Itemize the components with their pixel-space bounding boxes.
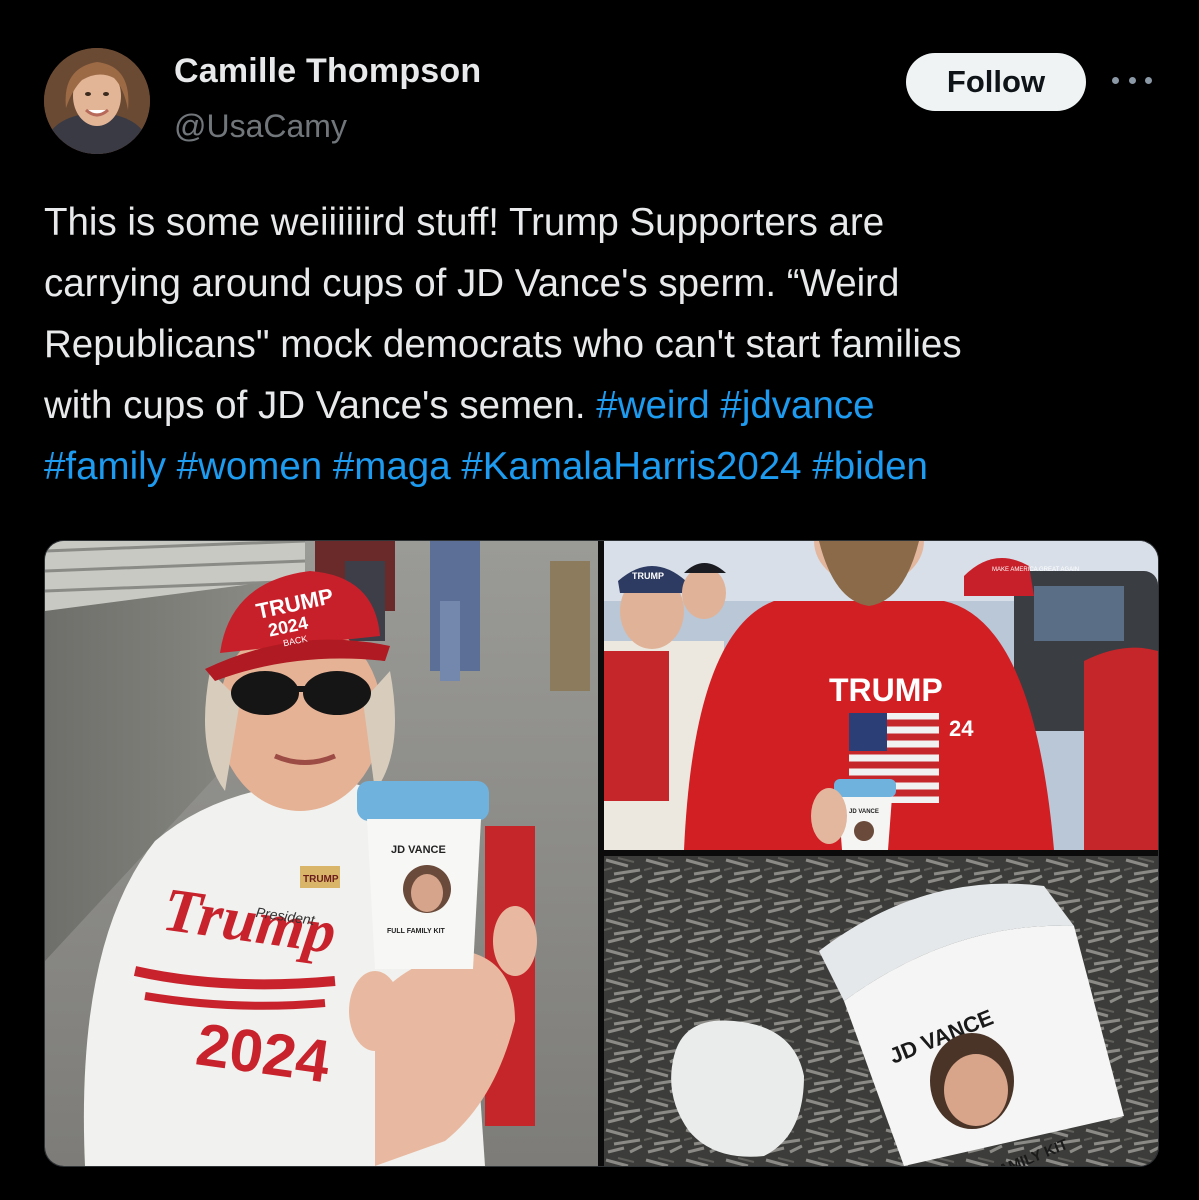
user-avatar-photo-icon	[44, 48, 150, 154]
pin-text: TRUMP	[303, 874, 339, 885]
tweet-text-segment	[322, 445, 333, 488]
shirt-number: 24	[949, 716, 974, 741]
more-horizontal-icon[interactable]	[1112, 70, 1152, 90]
tweet-text-segment	[451, 445, 462, 488]
photo-woman-holding-cup[interactable]: Trump President 2024 TRUMP TRUMP 2024 BA…	[45, 541, 598, 1166]
tweet-text-line: carrying around cups of JD Vance's sperm…	[44, 253, 1164, 314]
tweet-text-segment	[802, 445, 813, 488]
hashtag-link[interactable]: #KamalaHarris2024	[461, 445, 801, 488]
tweet-text-segment: with cups of JD Vance's semen.	[44, 384, 597, 427]
cup-label: JD VANCE	[391, 844, 446, 856]
tweet-text-segment: carrying around cups of JD Vance's sperm…	[44, 262, 900, 305]
photo-cup-on-mulch[interactable]: JD VANCE FAMILY KIT	[604, 856, 1158, 1166]
hat-text-right: MAKE AMERICA GREAT AGAIN	[992, 567, 1079, 573]
more-dot	[1112, 76, 1119, 84]
hashtag-link[interactable]: #maga	[333, 445, 451, 488]
more-dot	[1145, 76, 1152, 84]
tweet-text: This is some weiiiiiird stuff! Trump Sup…	[44, 192, 1164, 497]
author-handle[interactable]: @UsaCamy	[174, 108, 347, 145]
tweet-text-line: with cups of JD Vance's semen. #weird #j…	[44, 375, 1164, 436]
author-display-name[interactable]: Camille Thompson	[174, 52, 481, 91]
tweet-card: Camille Thompson @UsaCamy Follow This is…	[0, 0, 1199, 1200]
hat-text-left: TRUMP	[632, 571, 664, 581]
hashtag-link[interactable]: #weird	[596, 384, 709, 427]
cup-subtext: FULL FAMILY KIT	[387, 928, 446, 935]
more-dot	[1128, 76, 1136, 84]
cup-label: JD VANCE	[849, 809, 879, 815]
media-grid[interactable]: Trump President 2024 TRUMP TRUMP 2024 BA…	[44, 540, 1159, 1167]
tweet-text-line: Republicans" mock democrats who can't st…	[44, 314, 1164, 375]
tweet-text-line: This is some weiiiiiird stuff! Trump Sup…	[44, 192, 1164, 253]
hashtag-link[interactable]: #biden	[812, 445, 928, 488]
tweet-text-line: #family #women #maga #KamalaHarris2024 #…	[44, 436, 1164, 497]
photo-man-in-trump-shirt[interactable]: TRUMP TRUMP 24 MAKE AMERICA GREAT AGAIN	[604, 541, 1158, 850]
tweet-text-segment: Republicans" mock democrats who can't st…	[44, 323, 962, 366]
follow-button[interactable]: Follow	[906, 53, 1086, 111]
hashtag-link[interactable]: #family	[44, 445, 166, 488]
tweet-text-segment: This is some weiiiiiird stuff! Trump Sup…	[44, 201, 885, 244]
hashtag-link[interactable]: #jdvance	[720, 384, 874, 427]
shirt-text: TRUMP	[829, 672, 943, 708]
tweet-text-segment	[166, 445, 177, 488]
tweet-text-segment	[710, 384, 721, 427]
hashtag-link[interactable]: #women	[177, 445, 323, 488]
author-avatar[interactable]	[44, 48, 150, 154]
